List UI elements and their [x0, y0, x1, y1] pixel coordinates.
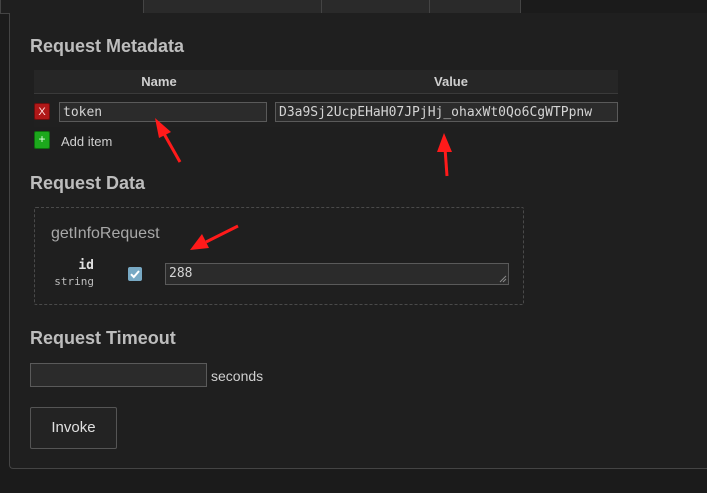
metadata-row: X token D3a9Sj2UcpEHaH07JPjHj_ohaxWt0Qo6… — [34, 95, 618, 127]
tab-history[interactable] — [429, 0, 521, 13]
metadata-column-value: Value — [434, 74, 468, 89]
remove-metadata-button[interactable]: X — [34, 103, 50, 120]
add-item-button[interactable]: + — [34, 131, 50, 149]
add-item-label[interactable]: Add item — [61, 134, 112, 149]
grpc-request-form: Request Metadata Name Value X token D3a9… — [0, 0, 707, 493]
metadata-name-input[interactable]: token — [59, 102, 267, 122]
metadata-value-input[interactable]: D3a9Sj2UcpEHaH07JPjHj_ohaxWt0Qo6CgWTPpnw — [275, 102, 618, 122]
request-data-heading: Request Data — [30, 173, 146, 193]
tab-raw-request[interactable] — [143, 0, 323, 13]
tab-strip — [0, 0, 707, 14]
timeout-heading: Request Timeout — [30, 328, 176, 348]
field-name: id — [78, 258, 94, 273]
tab-response[interactable] — [321, 0, 431, 13]
checkmark-icon — [130, 270, 140, 279]
metadata-table-header: Name Value — [34, 70, 618, 94]
field-value-textarea[interactable]: 288 — [165, 263, 509, 285]
field-type: string — [54, 275, 94, 288]
message-fieldset — [34, 207, 524, 305]
metadata-column-name: Name — [141, 74, 177, 89]
metadata-heading: Request Metadata — [30, 36, 185, 56]
timeout-unit-label: seconds — [211, 368, 264, 384]
field-set-checkbox[interactable] — [128, 267, 142, 281]
timeout-input[interactable] — [30, 363, 207, 387]
invoke-button[interactable]: Invoke — [30, 407, 117, 449]
field-value-text: 288 — [169, 266, 193, 281]
message-name: getInfoRequest — [51, 225, 160, 242]
resize-grip-icon[interactable] — [498, 274, 507, 283]
tab-request-form[interactable] — [0, 0, 145, 13]
